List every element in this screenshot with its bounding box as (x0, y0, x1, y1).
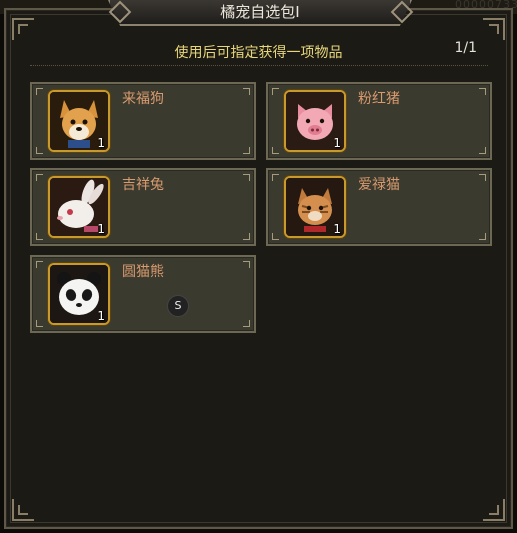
item-slot[interactable]: 1 (284, 90, 346, 152)
page-indicator: 1/1 (454, 40, 477, 56)
item-slot[interactable]: 1 (48, 263, 110, 325)
corner-ornament (12, 499, 34, 521)
item-quantity: 1 (97, 309, 105, 323)
item-slot[interactable]: 1 (48, 90, 110, 152)
item-quantity: 1 (97, 136, 105, 150)
item-card-pig[interactable]: 1 粉红猪 (266, 82, 492, 160)
corner-ornament (483, 18, 505, 40)
divider (30, 65, 488, 66)
corner-ornament (12, 18, 34, 40)
item-slot[interactable]: 1 (284, 176, 346, 238)
item-quantity: 1 (333, 222, 341, 236)
dialog-title: 橘宠自选包Ⅰ (220, 3, 300, 21)
item-quantity: 1 (333, 136, 341, 150)
item-card-dog[interactable]: 1 来福狗 (30, 82, 256, 160)
item-name: 来福狗 (122, 91, 164, 107)
item-card-panda[interactable]: 1 圆猫熊 S (30, 255, 256, 333)
item-quantity: 1 (97, 222, 105, 236)
cursor-badge: S (167, 295, 189, 317)
corner-ornament (483, 499, 505, 521)
item-name: 爱禄猫 (358, 177, 400, 193)
item-name: 吉祥兔 (122, 177, 164, 193)
item-slot[interactable]: 1 (48, 176, 110, 238)
dialog-subtitle: 使用后可指定获得一项物品 (174, 45, 343, 61)
item-card-cat[interactable]: 1 爱禄猫 (266, 168, 492, 246)
item-name: 粉红猪 (358, 91, 400, 107)
item-card-rabbit[interactable]: 1 吉祥兔 (30, 168, 256, 246)
item-name: 圆猫熊 (122, 264, 164, 280)
